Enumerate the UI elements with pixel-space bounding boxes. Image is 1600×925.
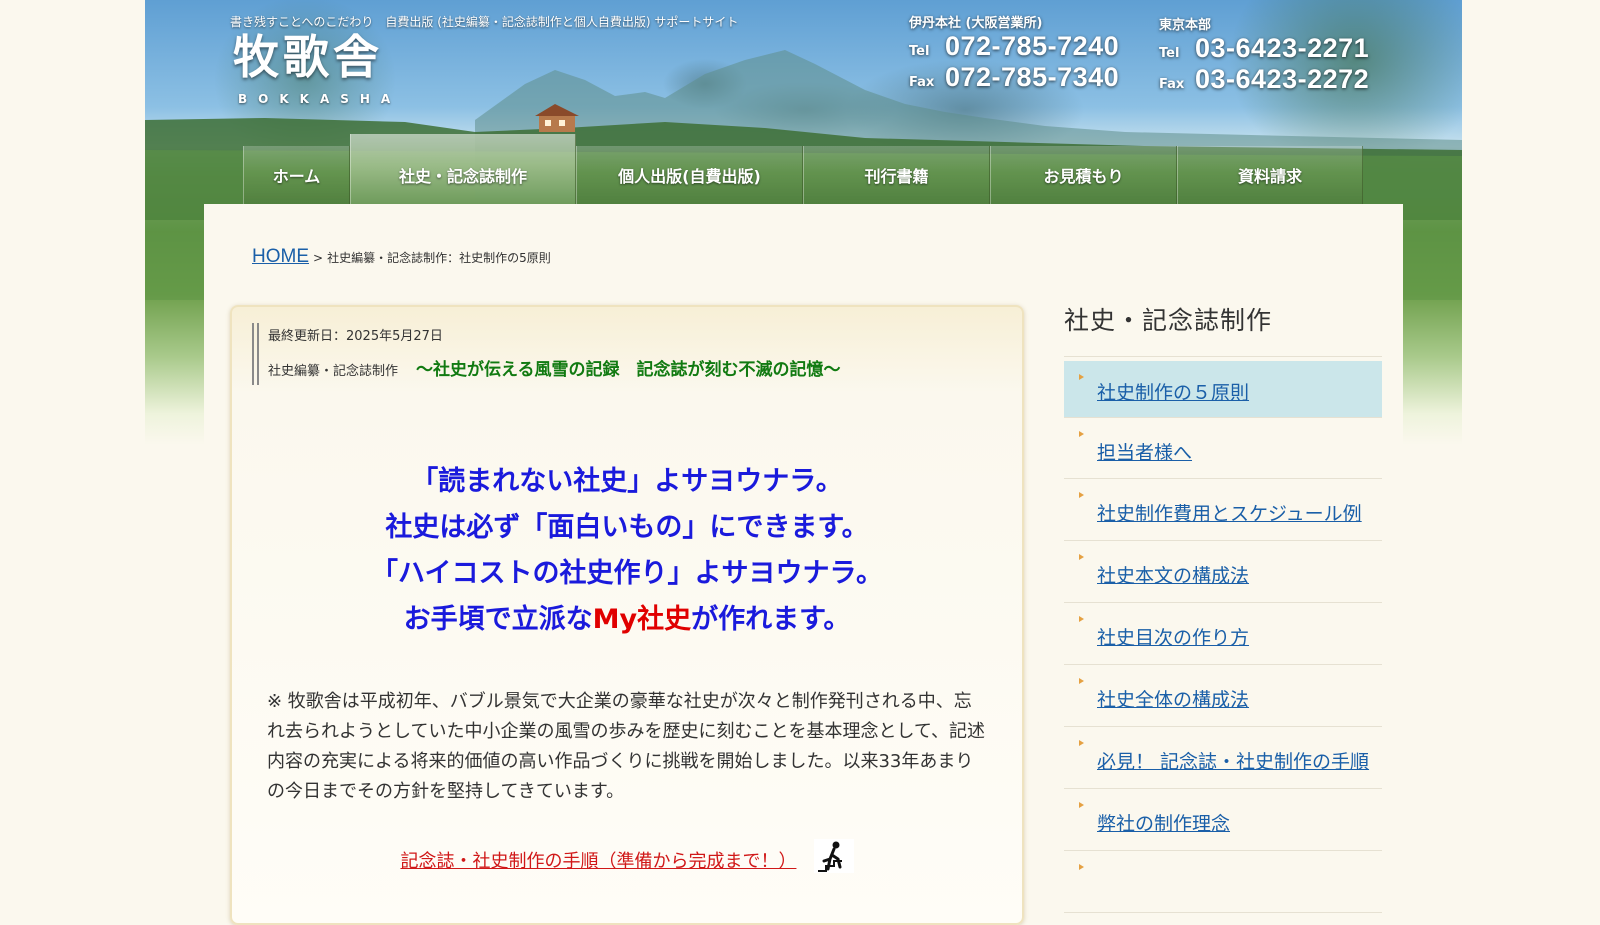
office-tel: Tel 03-6423-2271: [1159, 33, 1369, 64]
climbing-stairs-icon: [813, 839, 854, 873]
nav-estimate[interactable]: お見積もり: [990, 146, 1177, 204]
sidebar-link[interactable]: 社史本文の構成法: [1097, 561, 1249, 588]
sidebar-item-production-steps[interactable]: 必見！ 記念誌・社史制作の手順: [1064, 727, 1382, 789]
bullet-icon: [1079, 678, 1084, 684]
nav-company-history[interactable]: 社史・記念誌制作: [350, 134, 576, 204]
nav-home[interactable]: ホーム: [243, 146, 350, 204]
lead-text: お手頃で立派な: [403, 604, 593, 635]
bullet-icon: [1079, 492, 1084, 498]
page-subtitle: 〜社史が伝える風雪の記録 記念誌が刻む不滅の記憶〜: [416, 360, 841, 380]
sidebar: 社史・記念誌制作 社史制作の５原則 担当者様へ 社史制作費用とスケジュール例 社…: [1064, 304, 1382, 913]
sidebar-link[interactable]: 弊社の制作理念: [1097, 809, 1230, 836]
site-tagline: 書き残すことへのこだわり 自費出版 (社史編纂・記念誌制作と個人自費出版) サポ…: [230, 15, 739, 29]
global-nav: ホーム 社史・記念誌制作 個人出版(自費出版) 刊行書籍 お見積もり 資料請求: [243, 134, 1363, 204]
sidebar-title: 社史・記念誌制作: [1064, 304, 1382, 357]
site-logo-romaji: BOKKASHA: [238, 92, 402, 106]
breadcrumb-separator: >: [313, 251, 324, 265]
sidebar-link[interactable]: 社史制作費用とスケジュール例: [1097, 499, 1362, 526]
content-panel: HOME > 社史編纂・記念誌制作：社史制作の5原則 最終更新日：2025年5月…: [204, 204, 1403, 925]
nav-published-books[interactable]: 刊行書籍: [803, 146, 990, 204]
lead-line: 「読まれない社史」よサヨウナラ。: [411, 466, 843, 497]
bullet-icon: [1079, 802, 1084, 808]
sidebar-link[interactable]: 担当者様へ: [1097, 438, 1192, 465]
sidebar-link[interactable]: 社史制作の５原則: [1097, 378, 1249, 405]
tel-number[interactable]: 03-6423-2271: [1195, 33, 1369, 64]
house-icon: [535, 104, 579, 132]
fax-label: Fax: [1159, 77, 1185, 92]
bullet-icon: [1079, 864, 1084, 870]
nav-request-materials[interactable]: 資料請求: [1177, 146, 1363, 204]
tel-label: Tel: [909, 44, 930, 59]
breadcrumb: HOME > 社史編纂・記念誌制作：社史制作の5原則: [252, 246, 551, 268]
bullet-icon: [1079, 431, 1084, 437]
fax-number: 03-6423-2272: [1195, 64, 1370, 94]
sidebar-link[interactable]: 必見！ 記念誌・社史制作の手順: [1097, 747, 1369, 774]
page-category: 社史編纂・記念誌制作 〜社史が伝える風雪の記録 記念誌が刻む不滅の記憶〜: [268, 355, 841, 380]
tel-label: Tel: [1159, 46, 1180, 61]
intro-paragraph: ※ 牧歌舎は平成初年、バブル景気で大企業の豪華な社史が次々と制作発刊される中、忘…: [267, 691, 986, 802]
sidebar-item-cost-schedule[interactable]: 社史制作費用とスケジュール例: [1064, 479, 1382, 541]
fax-label: Fax: [909, 75, 935, 90]
steps-link-row: 記念誌・社史制作の手順（準備から完成まで！）: [232, 839, 1022, 873]
lead-line: お手頃で立派なMy社史が作れます。: [232, 597, 1022, 643]
office-tokyo: 東京本部 Tel 03-6423-2271 Fax 03-6423-2272: [1159, 14, 1369, 95]
tel-number[interactable]: 072-785-7240: [945, 31, 1119, 62]
last-updated: 最終更新日：2025年5月27日: [268, 329, 443, 344]
sidebar-item-five-principles[interactable]: 社史制作の５原則: [1064, 361, 1382, 417]
lead-text: が作れます。: [691, 604, 851, 635]
sidebar-item-overall-structure[interactable]: 社史全体の構成法: [1064, 665, 1382, 727]
category-label: 社史編纂・記念誌制作: [268, 364, 399, 379]
breadcrumb-current: 社史編纂・記念誌制作：社史制作の5原則: [327, 251, 551, 265]
sidebar-link[interactable]: 社史目次の作り方: [1097, 623, 1249, 650]
lead-message: 「読まれない社史」よサヨウナラ。 社史は必ず「面白いもの」にできます。 「ハイコ…: [232, 459, 1022, 643]
breadcrumb-home-link[interactable]: HOME: [252, 246, 309, 268]
office-fax: Fax 072-785-7340: [909, 62, 1119, 93]
lead-highlight: My社史: [592, 604, 692, 635]
sidebar-item-table-of-contents[interactable]: 社史目次の作り方: [1064, 603, 1382, 665]
lead-line: 社史は必ず「面白いもの」にできます。: [385, 512, 869, 543]
nav-personal-publishing[interactable]: 個人出版(自費出版): [576, 146, 803, 204]
fax-number: 072-785-7340: [945, 62, 1120, 92]
production-steps-link[interactable]: 記念誌・社史制作の手順（準備から完成まで！）: [400, 851, 796, 872]
lead-line: 「ハイコストの社史作り」よサヨウナラ。: [371, 558, 883, 589]
bullet-icon: [1079, 616, 1084, 622]
bullet-icon: [1079, 554, 1084, 560]
sidebar-item-more[interactable]: [1064, 851, 1382, 913]
office-tel: Tel 072-785-7240: [909, 31, 1119, 62]
sidebar-link[interactable]: 社史全体の構成法: [1097, 685, 1249, 712]
sidebar-item-philosophy[interactable]: 弊社の制作理念: [1064, 789, 1382, 851]
bullet-icon: [1079, 374, 1084, 380]
sidebar-item-body-structure[interactable]: 社史本文の構成法: [1064, 541, 1382, 603]
site-logo[interactable]: 牧歌舎: [233, 34, 383, 80]
office-itami: 伊丹本社 (大阪営業所) Tel 072-785-7240 Fax 072-78…: [909, 12, 1119, 93]
office-name: 伊丹本社 (大阪営業所): [909, 16, 1043, 31]
bullet-icon: [1079, 740, 1084, 746]
sidebar-item-for-staff[interactable]: 担当者様へ: [1064, 417, 1382, 479]
main-article: 最終更新日：2025年5月27日 社史編纂・記念誌制作 〜社史が伝える風雪の記録 …: [230, 305, 1024, 925]
office-fax: Fax 03-6423-2272: [1159, 64, 1369, 95]
office-name: 東京本部: [1159, 18, 1212, 33]
article-header: 最終更新日：2025年5月27日 社史編纂・記念誌制作 〜社史が伝える風雪の記録 …: [252, 323, 841, 385]
